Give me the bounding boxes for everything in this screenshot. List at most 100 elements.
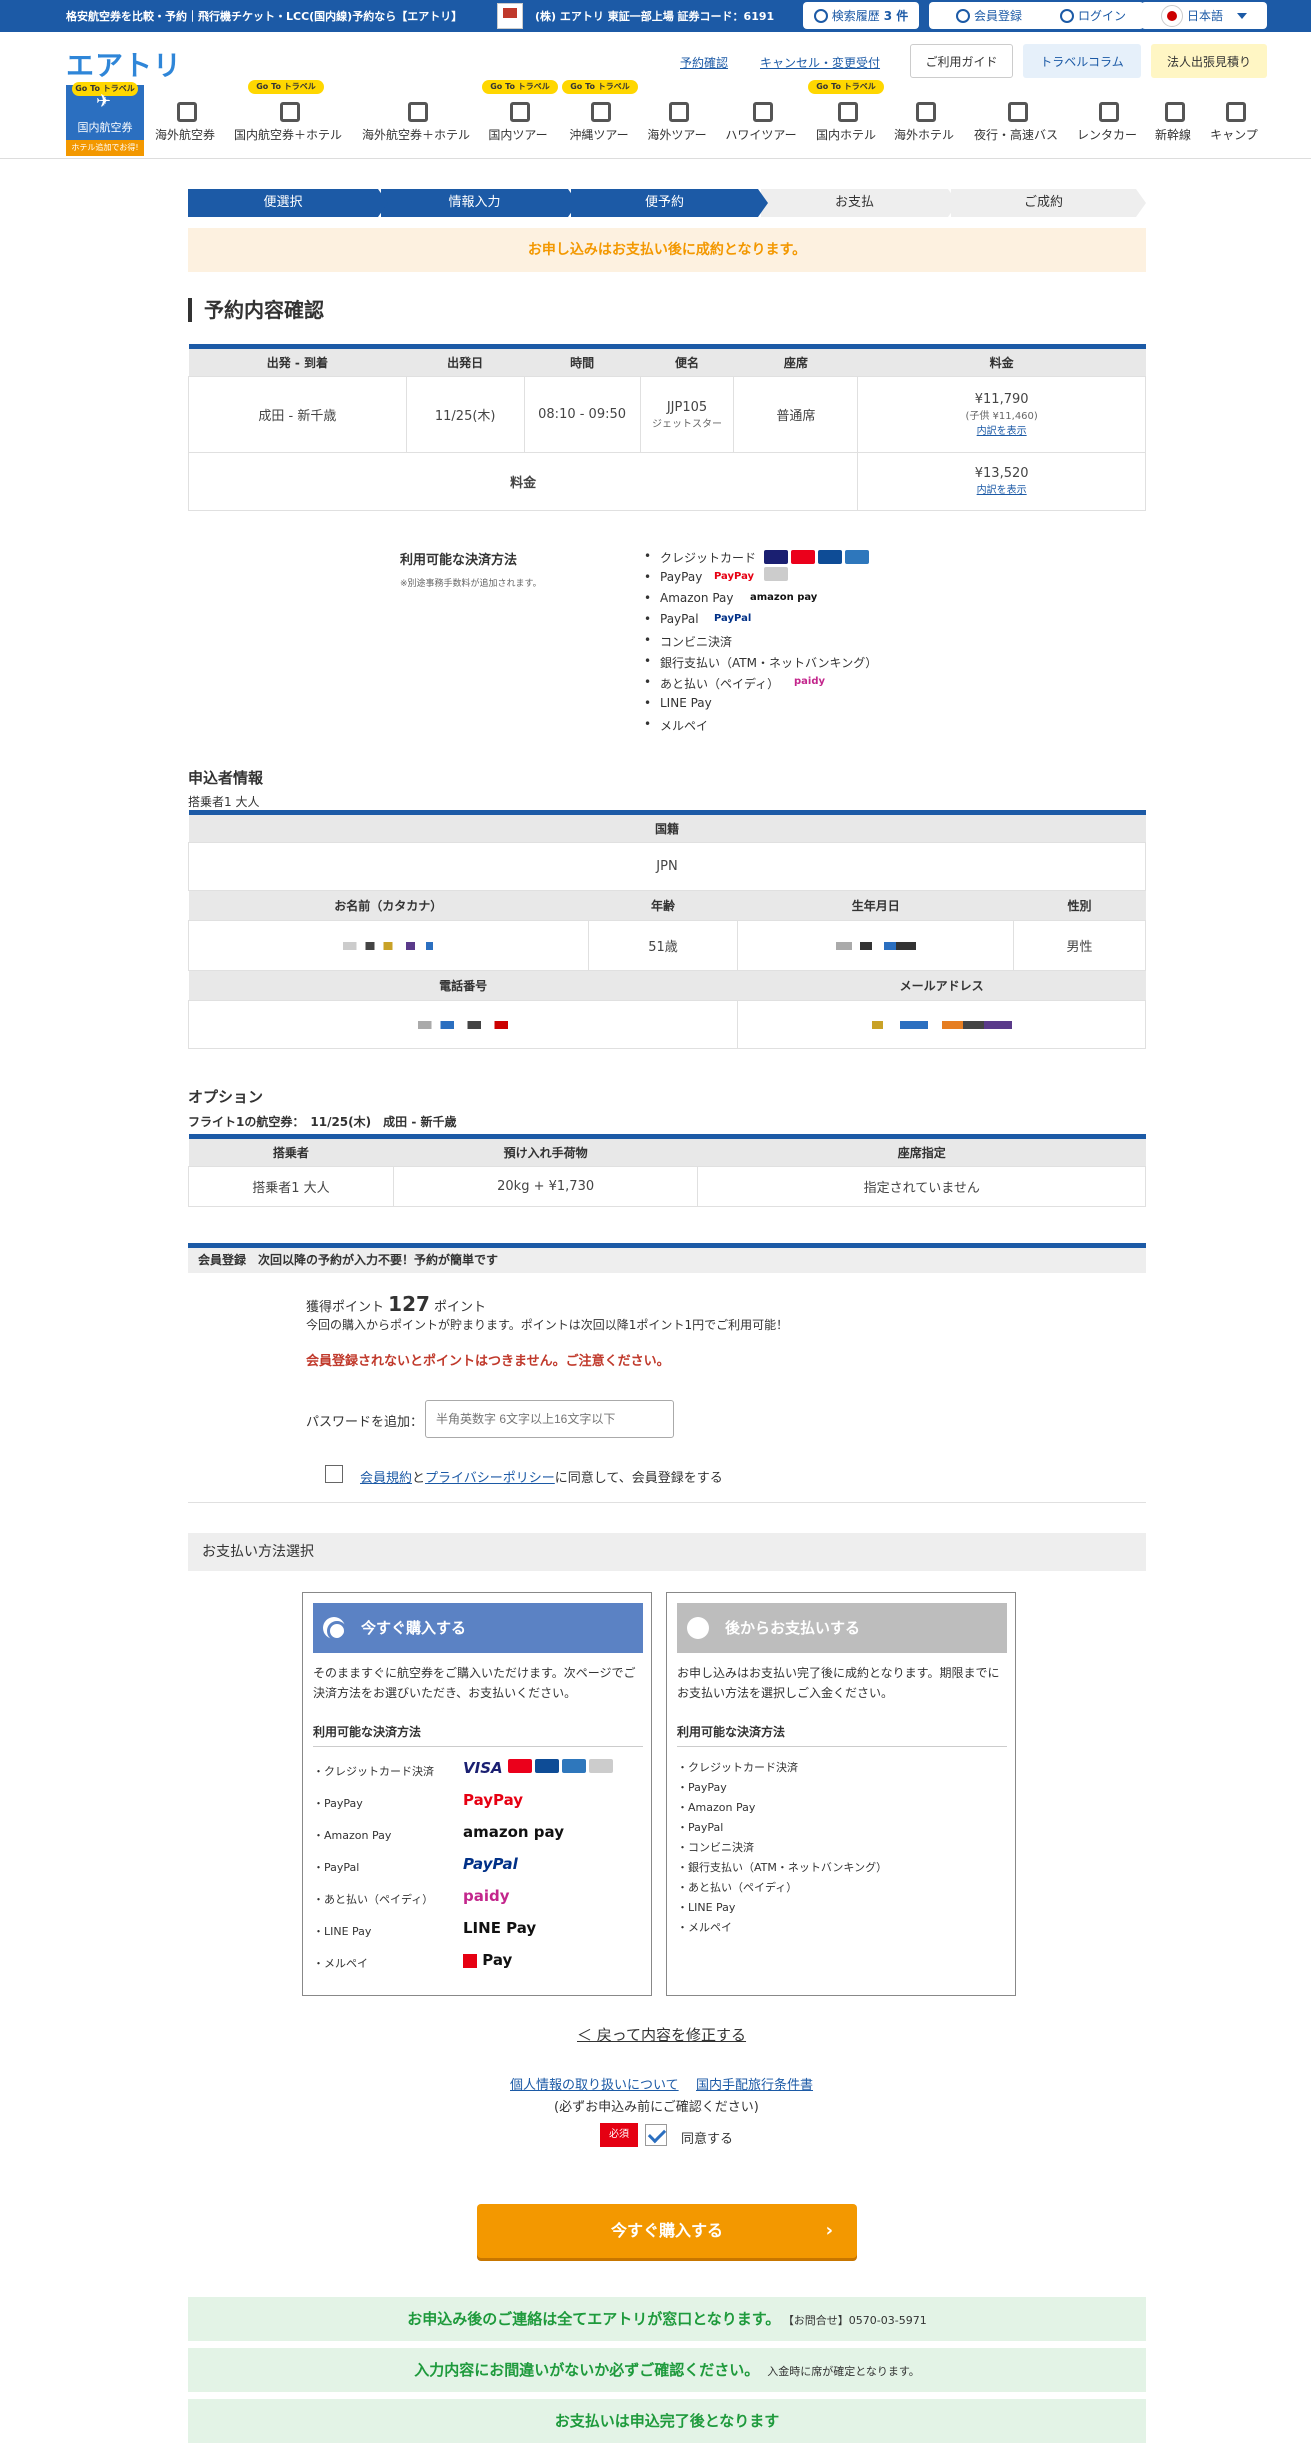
site-logo[interactable]: エアトリ [66, 44, 182, 84]
suitcase-icon [667, 100, 689, 122]
method-row: ・PayPal [313, 1861, 360, 1874]
jcb-icon [818, 550, 842, 564]
option-flight-line: フライト1の航空券： 11/25(木) 成田 - 新千歳 [188, 1113, 457, 1130]
nav-dom-flight-hotel[interactable]: 国内航空券＋ホテル [228, 100, 348, 143]
method-row: ・メルペイ [677, 1921, 732, 1934]
globe-hotel-icon [406, 100, 428, 122]
nav-label: 国内ホテル [815, 128, 876, 142]
price-detail-link[interactable]: 内訳を表示 [977, 426, 1027, 437]
nav-label: キャンプ [1210, 128, 1258, 142]
register-button[interactable]: 会員登録 [929, 2, 1049, 29]
nav-okinawa-tour[interactable]: 沖縄ツアー [563, 100, 635, 143]
pay-now-card[interactable]: 今すぐ購入する そのまますぐに航空券をご購入いただけます。次ページでご決済方法を… [302, 1592, 652, 1996]
goto-badge: Go To トラベル [482, 80, 558, 94]
radio-selected-icon[interactable] [323, 1617, 347, 1641]
nav-intl-tour[interactable]: 海外ツアー [641, 100, 713, 143]
corporate-quote-button[interactable]: 法人出張見積り [1151, 44, 1267, 78]
list-item: クレジットカード [644, 549, 877, 581]
total-detail-link[interactable]: 内訳を表示 [977, 485, 1027, 496]
step-label: 情報入力 [448, 195, 501, 210]
payment-methods-info: 利用可能な決済方法 ※別途事務手数料が追加されます。 [400, 549, 542, 589]
step-flight-select: 便選択 [188, 189, 388, 217]
birth-cell [737, 920, 1015, 971]
info-sub: 入金時に席が確定となります。 [767, 2365, 920, 2378]
info-bar-contact: お申込み後のご連絡は全てエアトリが窓口となります。 【お問合せ】0570-03-5… [188, 2297, 1146, 2341]
col-header: 搭乗者 [188, 1136, 394, 1167]
travel-conditions-link[interactable]: 国内手配旅行条件書 [696, 2074, 813, 2093]
train-icon [1163, 100, 1185, 122]
list-item: 銀行支払い（ATM・ネットバンキング） [644, 654, 877, 675]
cancel-change-link[interactable]: キャンセル・変更受付 [760, 54, 880, 71]
merpay-text: Pay [482, 1951, 513, 1969]
info-text: 入力内容にお間違いがないか必ずご確認ください。 [414, 2361, 760, 2379]
method-label: Amazon Pay [660, 591, 734, 605]
amazon-pay-logo: amazon pay [750, 592, 818, 603]
payment-notice: お申し込みはお支払い後に成約となります。 [188, 228, 1146, 272]
travel-column-button[interactable]: トラベルコラム [1023, 44, 1141, 78]
agree-checkbox[interactable] [645, 2124, 667, 2146]
reservation-check-link[interactable]: 予約確認 [680, 54, 728, 71]
redacted-birthdate [835, 941, 916, 950]
merpay-icon [463, 1953, 477, 1968]
tel-cell [187, 1000, 739, 1049]
nav-shinkansen[interactable]: 新幹線 [1148, 100, 1198, 143]
language-select[interactable]: 日本語 [1141, 2, 1267, 29]
nav-dom-tour[interactable]: 国内ツアー [483, 100, 553, 143]
radio-unselected-icon[interactable] [687, 1617, 709, 1639]
nav-rental-car[interactable]: レンタカー [1072, 100, 1142, 143]
globe-icon [175, 100, 197, 122]
visa-text: VISA [463, 1759, 503, 1777]
col-header: 便名 [640, 346, 734, 377]
guide-button[interactable]: ご利用ガイド [910, 44, 1013, 78]
table-row: 料金 ¥13,520 内訳を表示 [187, 452, 1146, 511]
member-agree-checkbox[interactable] [325, 1465, 343, 1483]
divider [188, 1502, 1146, 1503]
nav-intl-flight-hotel[interactable]: 海外航空券＋ホテル [356, 100, 476, 143]
flight-number: JJP105 [666, 399, 708, 415]
step-reservation: 便予約 [571, 189, 768, 217]
info-bar-check: 入力内容にお間違いがないか必ずご確認ください。 入金時に席が確定となります。 [188, 2348, 1146, 2392]
step-info-input: 情報入力 [381, 189, 578, 217]
points-warning: 会員登録されないとポイントはつきません。ご注意ください。 [306, 1354, 670, 1369]
step-arrow [758, 189, 768, 217]
paypay-logo: PayPay [714, 571, 755, 582]
privacy-link[interactable]: プライバシーポリシー [425, 1471, 555, 1486]
step-label: 便選択 [263, 195, 303, 210]
back-to-edit-link[interactable]: ＜ 戻って内容を修正する [577, 2024, 746, 2045]
child-price: (子供 ¥11,460) [965, 410, 1038, 422]
option-table: 搭乗者 預け入れ手荷物 座席指定 搭乗者1 大人 20kg + ¥1,730 指定されて… [188, 1134, 1146, 1207]
pay-later-card[interactable]: 後からお支払いする お申し込みはお支払い完了後に成約となります。期限までにお支払… [666, 1592, 1016, 1996]
info-text: お支払いは申込完了後となります [554, 2412, 780, 2430]
method-label: あと払い（ペイディ） [660, 677, 780, 691]
list-item: Amazon Pay amazon pay [644, 591, 877, 612]
jcb-icon [534, 1759, 559, 1773]
password-input[interactable] [425, 1400, 674, 1438]
nav-domestic-flights[interactable]: Go To トラベル 国内航空券 ホテル追加でお得! [66, 82, 144, 156]
age-cell: 51歳 [587, 920, 739, 971]
privacy-policy-link[interactable]: 個人情報の取り扱いについて [510, 2074, 679, 2093]
pay-now-head[interactable]: 今すぐ購入する [313, 1603, 643, 1653]
login-button[interactable]: ログイン [1042, 2, 1144, 29]
plane-hotel-icon [278, 100, 300, 122]
col-header: メールアドレス [737, 970, 1146, 1001]
building-icon [914, 100, 936, 122]
list-item: PayPay PayPay [644, 570, 877, 591]
history-label: 検索履歴 [831, 9, 880, 23]
amazon-pay-logo: amazon pay [463, 1823, 564, 1841]
nav-intl-hotel[interactable]: 海外ホテル [888, 100, 960, 143]
nav-hawaii-tour[interactable]: ハワイツアー [718, 100, 804, 143]
pay-later-head[interactable]: 後からお支払いする [677, 1603, 1007, 1653]
name-cell [188, 920, 589, 971]
line-pay-text: LINE Pay [463, 1919, 537, 1937]
nav-camp[interactable]: キャンプ [1204, 100, 1264, 143]
points-unit: ポイント [434, 1300, 487, 1315]
search-history-button[interactable]: 検索履歴 3 件 [803, 2, 919, 29]
buy-now-button[interactable]: 今すぐ購入する › [477, 2204, 857, 2258]
page-title: 予約内容確認 [188, 298, 324, 322]
option-title: オプション [188, 1088, 264, 1106]
nav-intl-flights[interactable]: 海外航空券 [150, 100, 220, 143]
nav-label: レンタカー [1076, 128, 1137, 142]
nav-bus[interactable]: 夜行・高速バス [966, 100, 1066, 143]
terms-link[interactable]: 会員規約 [360, 1471, 412, 1486]
nav-dom-hotel[interactable]: 国内ホテル [810, 100, 882, 143]
